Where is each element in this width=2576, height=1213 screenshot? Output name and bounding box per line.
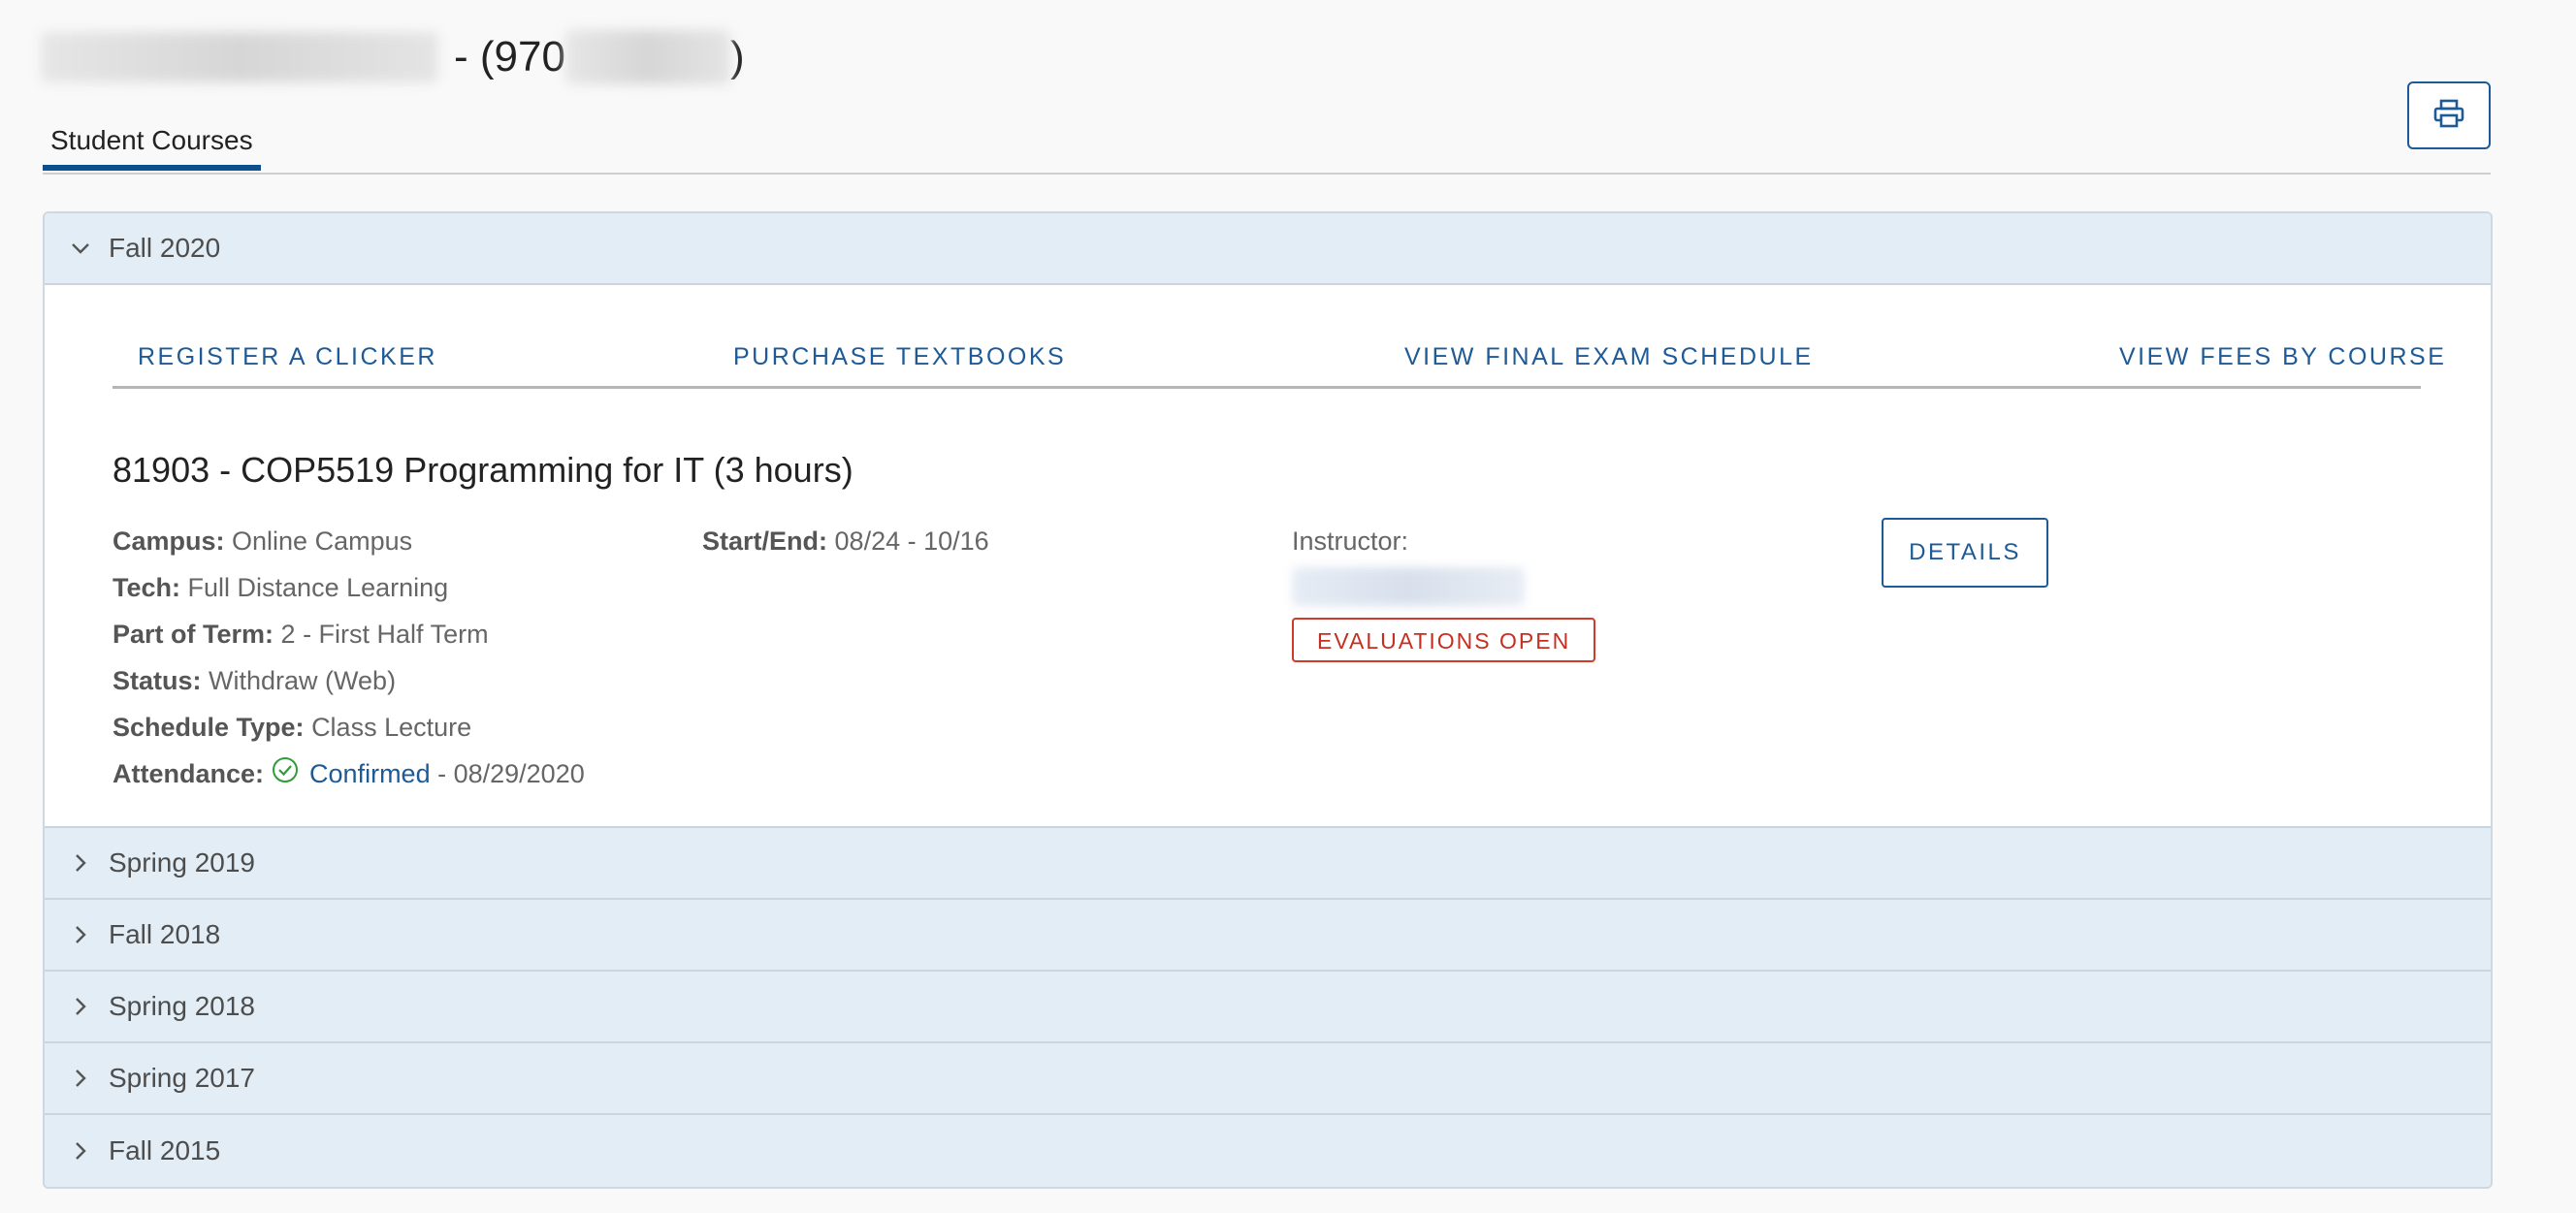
term-label: Spring 2017 xyxy=(109,1063,256,1093)
instructor-column: Instructor: EVALUATIONS OPEN xyxy=(1292,525,1596,662)
student-id-prefix: - (970 xyxy=(454,33,565,80)
course-title: 81903 - COP5519 Programming for IT (3 ho… xyxy=(113,450,853,490)
schedule-type-value: Class Lecture xyxy=(311,713,472,742)
chevron-right-icon xyxy=(70,1140,91,1162)
course-dates-column: Start/End: 08/24 - 10/16 xyxy=(702,525,989,571)
check-circle-icon xyxy=(272,756,299,791)
chevron-right-icon xyxy=(70,924,91,945)
tab-bar: Student Courses xyxy=(43,116,2491,175)
start-end-value: 08/24 - 10/16 xyxy=(834,527,989,556)
chevron-down-icon xyxy=(70,238,91,259)
student-id-redacted xyxy=(564,30,730,84)
course-info-column: Campus: Online Campus Tech: Full Distanc… xyxy=(113,525,585,804)
schedule-type-row: Schedule Type: Class Lecture xyxy=(113,711,585,757)
term-body-fall-2020: REGISTER A CLICKER PURCHASE TEXTBOOKS VI… xyxy=(45,285,2491,828)
attendance-row: Attendance: Confirmed - 08/29/2020 xyxy=(113,756,585,804)
view-final-exam-schedule-link[interactable]: VIEW FINAL EXAM SCHEDULE xyxy=(1404,343,1814,371)
part-of-term-value: 2 - First Half Term xyxy=(280,620,489,649)
status-label: Status: xyxy=(113,666,202,695)
student-courses-page: - (970 ) Student Courses Fall 2020 REGIS xyxy=(0,0,2576,1213)
campus-row: Campus: Online Campus xyxy=(113,525,585,571)
attendance-date: - 08/29/2020 xyxy=(437,759,585,788)
attendance-label: Attendance: xyxy=(113,759,265,788)
term-header-spring-2018[interactable]: Spring 2018 xyxy=(45,972,2491,1043)
purchase-textbooks-link[interactable]: PURCHASE TEXTBOOKS xyxy=(733,343,1066,371)
campus-label: Campus: xyxy=(113,527,225,556)
status-row: Status: Withdraw (Web) xyxy=(113,664,585,711)
start-end-row: Start/End: 08/24 - 10/16 xyxy=(702,525,989,571)
term-header-fall-2020[interactable]: Fall 2020 xyxy=(45,213,2491,285)
chevron-right-icon xyxy=(70,996,91,1017)
view-fees-by-course-link[interactable]: VIEW FEES BY COURSE xyxy=(2119,343,2446,371)
term-links-bar: REGISTER A CLICKER PURCHASE TEXTBOOKS VI… xyxy=(113,343,2444,389)
status-value: Withdraw (Web) xyxy=(209,666,397,695)
student-id-suffix: ) xyxy=(729,33,745,80)
term-header-spring-2019[interactable]: Spring 2019 xyxy=(45,828,2491,900)
part-of-term-label: Part of Term: xyxy=(113,620,274,649)
terms-accordion: Fall 2020 REGISTER A CLICKER PURCHASE TE… xyxy=(43,211,2493,1189)
instructor-name-redacted xyxy=(1292,567,1525,606)
start-end-label: Start/End: xyxy=(702,527,828,556)
part-of-term-row: Part of Term: 2 - First Half Term xyxy=(113,618,585,664)
tab-student-courses[interactable]: Student Courses xyxy=(43,116,261,171)
term-label: Spring 2018 xyxy=(109,991,256,1021)
evaluations-open-badge[interactable]: EVALUATIONS OPEN xyxy=(1292,618,1596,662)
term-label: Fall 2018 xyxy=(109,919,221,949)
student-name-redacted xyxy=(41,32,438,82)
attendance-status: Confirmed xyxy=(309,759,431,788)
term-label: Spring 2019 xyxy=(109,847,256,878)
register-clicker-link[interactable]: REGISTER A CLICKER xyxy=(138,343,437,371)
tech-value: Full Distance Learning xyxy=(187,573,449,602)
chevron-right-icon xyxy=(70,1068,91,1089)
term-header-fall-2018[interactable]: Fall 2018 xyxy=(45,900,2491,972)
details-button[interactable]: DETAILS xyxy=(1882,518,2048,588)
student-header: - (970 ) xyxy=(41,23,745,91)
instructor-label: Instructor: xyxy=(1292,527,1409,556)
term-header-fall-2015[interactable]: Fall 2015 xyxy=(45,1115,2491,1187)
term-header-spring-2017[interactable]: Spring 2017 xyxy=(45,1043,2491,1115)
tech-label: Tech: xyxy=(113,573,181,602)
campus-value: Online Campus xyxy=(232,527,413,556)
schedule-type-label: Schedule Type: xyxy=(113,713,305,742)
term-label: Fall 2020 xyxy=(109,233,221,263)
chevron-right-icon xyxy=(70,852,91,874)
tech-row: Tech: Full Distance Learning xyxy=(113,571,585,618)
term-label: Fall 2015 xyxy=(109,1135,221,1165)
